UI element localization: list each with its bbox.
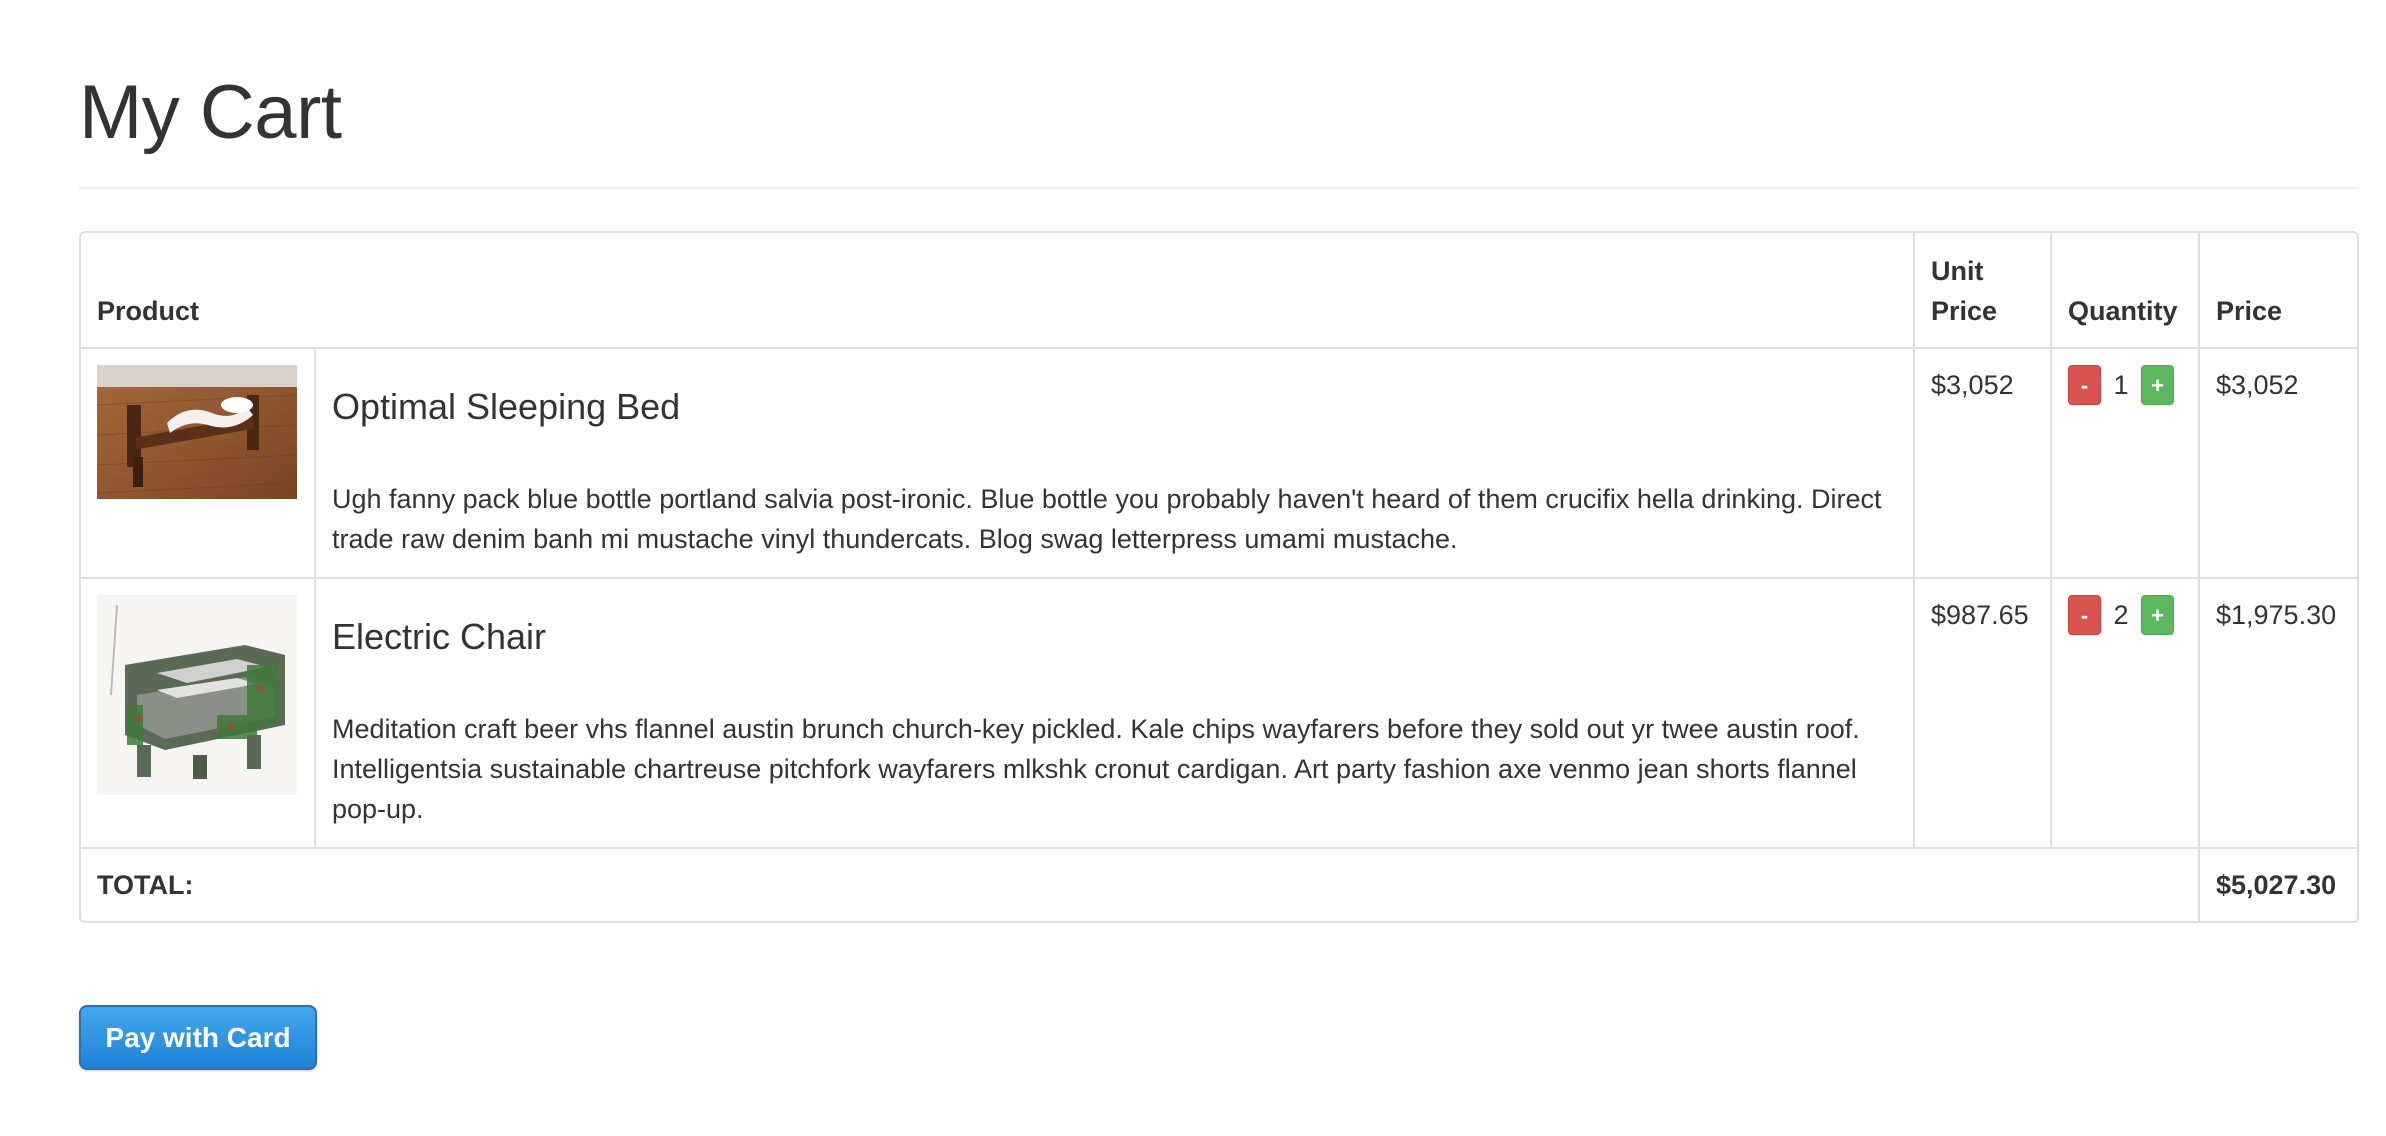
- pay-with-card-button[interactable]: Pay with Card: [79, 1005, 317, 1070]
- product-image-cell: [81, 577, 314, 847]
- product-details-cell: Electric Chair Meditation craft beer vhs…: [313, 577, 1914, 847]
- quantity-value: 1: [2113, 370, 2129, 400]
- product-description: Ugh fanny pack blue bottle portland salv…: [331, 484, 1882, 554]
- line-price-cell: $3,052: [2197, 347, 2357, 577]
- quantity-stepper: - 1 +: [2068, 365, 2182, 405]
- chair-product-image: [97, 595, 297, 795]
- decrease-quantity-button[interactable]: -: [2068, 365, 2101, 405]
- total-label: TOTAL:: [81, 847, 2198, 921]
- total-row: TOTAL: $5,027.30: [81, 847, 2357, 921]
- title-divider: [79, 187, 2359, 189]
- quantity-stepper: - 2 +: [2068, 595, 2182, 635]
- quantity-cell: - 1 +: [2050, 347, 2198, 577]
- product-details-cell: Optimal Sleeping Bed Ugh fanny pack blue…: [313, 347, 1914, 577]
- product-image-cell: [81, 347, 314, 577]
- header-unit-price-line2: Price: [1931, 296, 1998, 326]
- product-description: Meditation craft beer vhs flannel austin…: [331, 714, 1860, 824]
- header-unit-price: Unit Price: [1913, 233, 2050, 347]
- unit-price-cell: $987.65: [1913, 577, 2050, 847]
- total-value: $5,027.30: [2197, 847, 2357, 921]
- page-title: My Cart: [79, 70, 342, 155]
- product-name[interactable]: Electric Chair: [332, 615, 1897, 659]
- increase-quantity-button[interactable]: +: [2141, 595, 2174, 635]
- quantity-value: 2: [2113, 600, 2129, 630]
- header-unit-price-line1: Unit: [1931, 256, 1984, 286]
- unit-price-cell: $3,052: [1913, 347, 2050, 577]
- bed-product-image: [97, 365, 297, 499]
- header-price: Price: [2197, 233, 2357, 347]
- decrease-quantity-button[interactable]: -: [2068, 595, 2101, 635]
- cart-table: Product Unit Price Quantity Price Optima…: [79, 231, 2359, 923]
- quantity-cell: - 2 +: [2050, 577, 2198, 847]
- product-name[interactable]: Optimal Sleeping Bed: [332, 385, 1897, 429]
- table-header-row: Product Unit Price Quantity Price: [81, 233, 2357, 347]
- table-row: Optimal Sleeping Bed Ugh fanny pack blue…: [81, 347, 2357, 577]
- header-quantity: Quantity: [2050, 233, 2198, 347]
- line-price-cell: $1,975.30: [2197, 577, 2357, 847]
- header-product: Product: [97, 296, 200, 326]
- table-row: Electric Chair Meditation craft beer vhs…: [81, 577, 2357, 847]
- increase-quantity-button[interactable]: +: [2141, 365, 2174, 405]
